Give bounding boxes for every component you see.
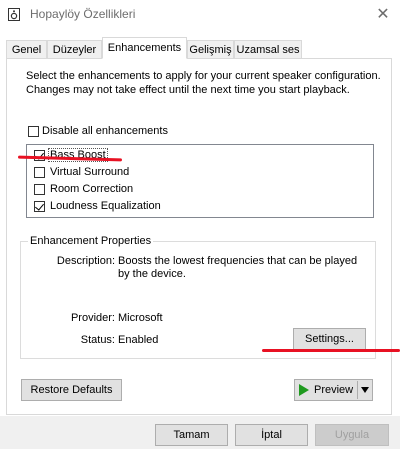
ok-button[interactable]: Tamam <box>155 424 228 446</box>
status-label: Status: <box>80 334 115 346</box>
preview-label[interactable]: Preview <box>314 379 353 401</box>
annotation-underline <box>262 349 400 352</box>
loudness-equalization-label[interactable]: Loudness Equalization <box>50 200 161 212</box>
settings-button[interactable]: Settings... <box>293 328 366 350</box>
cancel-button[interactable]: İptal <box>235 424 308 446</box>
restore-defaults-button[interactable]: Restore Defaults <box>21 379 122 401</box>
close-icon[interactable]: ✕ <box>372 4 394 26</box>
group-title: Enhancement Properties <box>28 235 154 247</box>
disable-all-checkbox[interactable] <box>28 126 39 137</box>
loudness-equalization-checkbox[interactable] <box>34 201 45 212</box>
chevron-down-icon[interactable] <box>361 387 369 393</box>
virtual-surround-checkbox[interactable] <box>34 167 45 178</box>
description-label: Description: <box>56 255 115 267</box>
disable-all-label[interactable]: Disable all enhancements <box>42 125 168 137</box>
enhancements-description: Select the enhancements to apply for you… <box>26 70 381 96</box>
tab-enhancements[interactable]: Enhancements <box>102 37 187 59</box>
split-divider <box>357 381 358 399</box>
description-value: Boosts the lowest frequencies that can b… <box>118 255 358 280</box>
room-correction-label[interactable]: Room Correction <box>50 183 133 195</box>
status-value: Enabled <box>118 334 159 346</box>
virtual-surround-label[interactable]: Virtual Surround <box>50 166 129 178</box>
room-correction-checkbox[interactable] <box>34 184 45 195</box>
title-bar: Hopaylöy Özellikleri ✕ <box>0 0 400 30</box>
provider-value: Microsoft <box>118 312 163 324</box>
apply-button: Uygula <box>315 424 389 446</box>
tab-uzamsal-ses[interactable]: Uzamsal ses <box>234 40 302 58</box>
provider-label: Provider: <box>70 312 115 324</box>
tab-gelismis[interactable]: Gelişmiş <box>187 40 234 58</box>
window-title: Hopaylöy Özellikleri <box>30 7 136 21</box>
speaker-icon <box>8 8 20 21</box>
tab-duzeyler[interactable]: Düzeyler <box>47 40 102 58</box>
play-icon <box>299 384 309 396</box>
tab-genel[interactable]: Genel <box>6 40 47 58</box>
